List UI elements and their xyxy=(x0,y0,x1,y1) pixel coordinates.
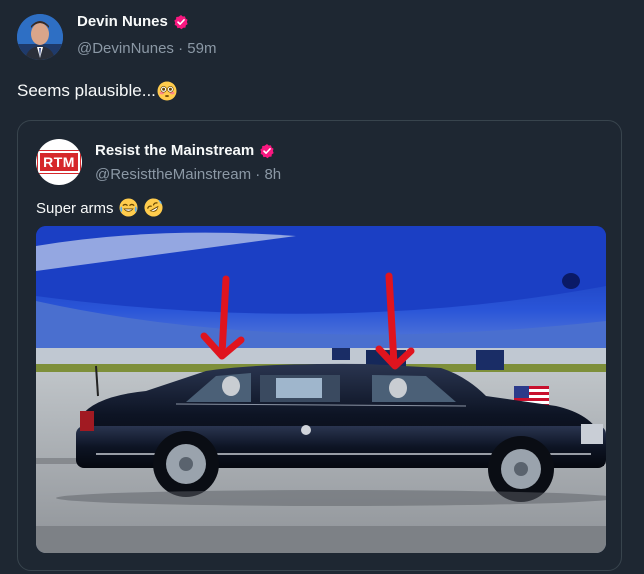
verified-badge-icon xyxy=(259,143,275,159)
tweet-text-content: Seems plausible... xyxy=(17,81,156,100)
quoted-tweet-card[interactable]: RTM Resist the Mainstream @ResisttheMain… xyxy=(17,120,622,571)
author-meta: @DevinNunes · 59m xyxy=(77,40,216,57)
quoted-author-name[interactable]: Resist the Mainstream xyxy=(95,142,254,159)
meta-separator: · xyxy=(178,40,184,57)
tweet-photo[interactable] xyxy=(36,226,606,553)
quoted-avatar[interactable]: RTM xyxy=(36,139,82,185)
tweet-text: Seems plausible... xyxy=(17,81,177,101)
joy-emoji-icon xyxy=(119,198,139,218)
rtm-logo: RTM xyxy=(37,150,81,174)
meta-separator: · xyxy=(255,166,261,183)
author-row: Devin Nunes xyxy=(77,13,189,30)
rofl-emoji-icon xyxy=(144,198,164,218)
avatar[interactable] xyxy=(17,14,63,60)
verified-badge-icon xyxy=(173,14,189,30)
author-handle[interactable]: @DevinNunes xyxy=(77,40,174,57)
quoted-author-row: Resist the Mainstream xyxy=(95,142,275,159)
quoted-tweet-time[interactable]: 8h xyxy=(264,166,281,183)
quoted-author-handle[interactable]: @ResisttheMainstream xyxy=(95,166,251,183)
tweet-time[interactable]: 59m xyxy=(187,40,216,57)
quoted-tweet-text: Super arms xyxy=(36,198,164,218)
quoted-tweet-text-content: Super arms xyxy=(36,199,114,217)
author-name[interactable]: Devin Nunes xyxy=(77,13,168,30)
quoted-author-meta: @ResisttheMainstream · 8h xyxy=(95,166,281,183)
flushed-face-emoji-icon xyxy=(157,81,177,101)
